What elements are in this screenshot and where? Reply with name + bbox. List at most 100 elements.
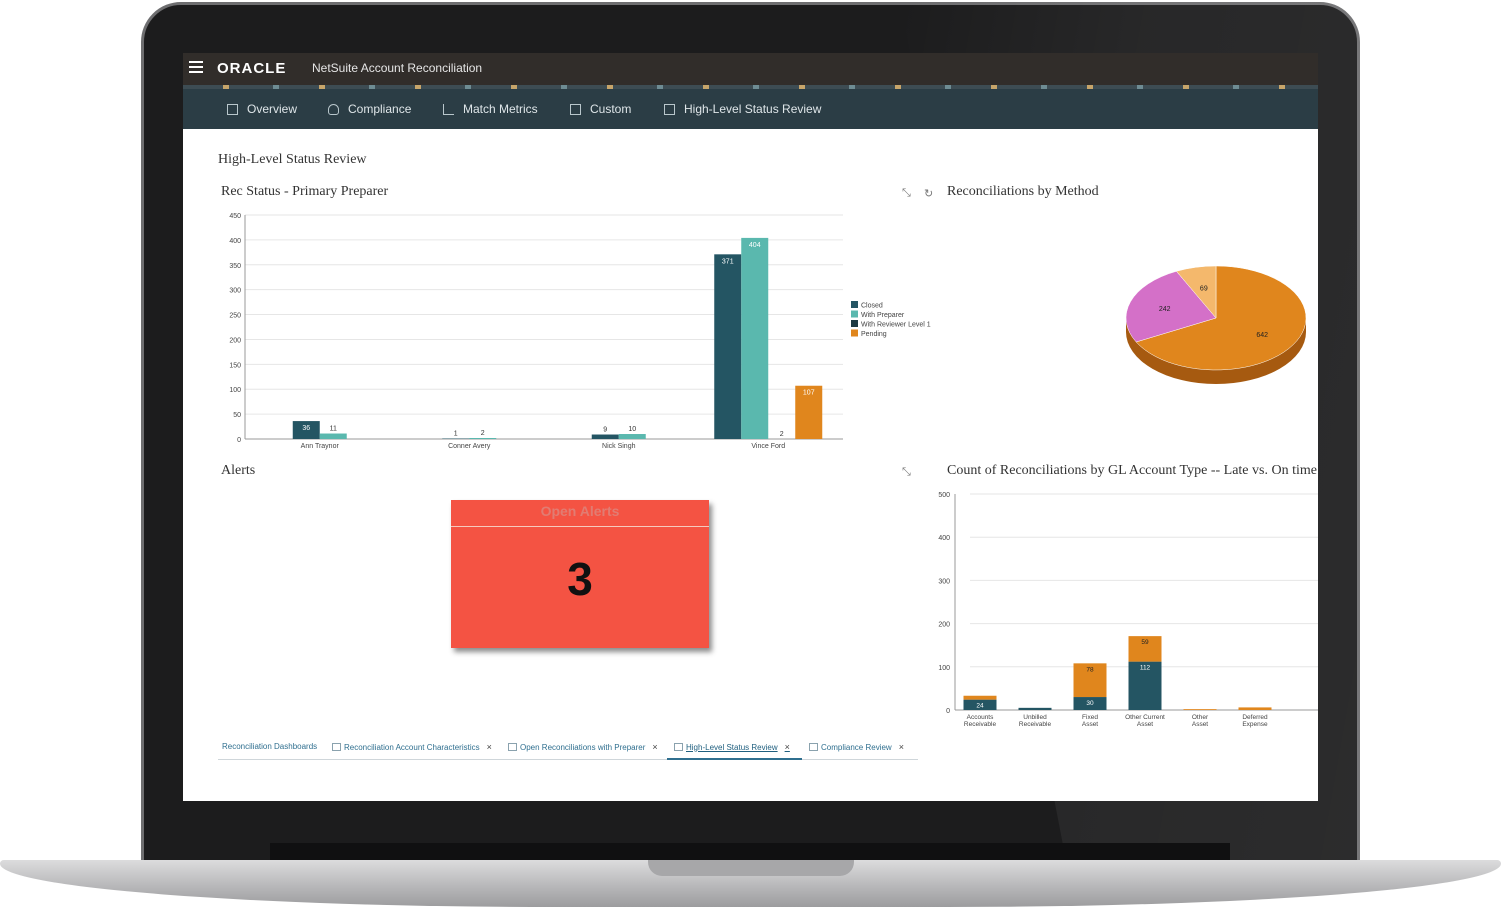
- data-label: 30: [1086, 700, 1094, 707]
- y-tick-label: 150: [229, 362, 241, 369]
- nav-overview[interactable]: Overview: [227, 102, 297, 116]
- data-label: 1: [454, 431, 458, 438]
- nav-label: Compliance: [348, 102, 412, 116]
- active-tab-indicator: [667, 758, 802, 760]
- tab-label: Open Reconciliations with Preparer: [520, 742, 646, 752]
- data-label: 59: [1141, 639, 1149, 646]
- rec-status-title: Rec Status - Primary Preparer: [221, 184, 389, 199]
- bar: [714, 254, 742, 439]
- tab-label: Compliance Review: [821, 742, 892, 752]
- tab-label: High-Level Status Review: [686, 742, 778, 752]
- gl-account-type-title: Count of Reconciliations by GL Account T…: [947, 463, 1317, 478]
- bar: [591, 434, 619, 439]
- grid-icon: [664, 103, 675, 115]
- data-label: 371: [722, 258, 734, 265]
- data-label: 78: [1086, 666, 1094, 673]
- close-icon[interactable]: ×: [785, 742, 790, 752]
- x-tick-label: Accounts: [967, 714, 994, 721]
- y-tick-label: 300: [229, 288, 241, 295]
- data-label: 10: [628, 426, 636, 433]
- method-pie-chart: 642 242 69: [1125, 265, 1307, 384]
- open-alerts-label: Open Alerts: [540, 503, 620, 519]
- y-tick-label: 500: [938, 492, 950, 499]
- data-label: 36: [302, 425, 310, 432]
- users-icon: [328, 103, 339, 115]
- x-tick-label: Conner Avery: [448, 443, 491, 450]
- open-alerts-count: 3: [567, 553, 593, 605]
- nav-high-level-status-review[interactable]: High-Level Status Review: [664, 102, 821, 116]
- x-tick-label: Ann Traynor: [301, 443, 340, 450]
- main-nav: Overview Compliance Match Metrics Custom…: [183, 89, 1318, 129]
- hamburger-menu-icon[interactable]: [189, 61, 203, 73]
- nav-compliance[interactable]: Compliance: [328, 102, 411, 116]
- nav-custom[interactable]: Custom: [570, 102, 631, 116]
- gl-account-type-chart: 010020030040050024AccountsReceivableUnbi…: [938, 492, 1318, 728]
- legend-swatch: [851, 329, 858, 337]
- close-icon[interactable]: ×: [487, 742, 492, 752]
- bar: [469, 438, 497, 439]
- oracle-logo: ORACLE: [217, 60, 287, 77]
- tab-label: Reconciliation Account Characteristics: [344, 742, 480, 752]
- y-tick-label: 100: [938, 665, 950, 672]
- tab-high-level-status-review[interactable]: High-Level Status Review ×: [674, 742, 790, 752]
- bar: [1238, 707, 1272, 710]
- nav-label: High-Level Status Review: [684, 102, 822, 116]
- y-tick-label: 0: [946, 708, 950, 715]
- x-tick-label: Asset: [1137, 721, 1153, 728]
- tab-open-reconciliations-with-preparer[interactable]: Open Reconciliations with Preparer ×: [508, 742, 658, 752]
- page-title: High-Level Status Review: [218, 152, 367, 167]
- legend-label: With Reviewer Level 1: [861, 322, 931, 329]
- bar: [741, 237, 769, 439]
- x-tick-label: Receivable: [1019, 721, 1052, 728]
- y-tick-label: 50: [233, 412, 241, 419]
- tab-label: Reconciliation Dashboards: [222, 742, 318, 751]
- y-tick-label: 450: [229, 213, 241, 220]
- x-tick-label: Expense: [1242, 721, 1268, 728]
- data-label: 24: [976, 703, 984, 710]
- chart-icon: [443, 103, 454, 115]
- divider: [451, 526, 709, 527]
- x-tick-label: Receivable: [964, 721, 997, 728]
- data-label: 2: [481, 430, 485, 437]
- tab-compliance-review[interactable]: Compliance Review ×: [809, 742, 904, 752]
- expand-icon[interactable]: ⤡: [902, 187, 911, 200]
- data-label: 404: [749, 242, 761, 249]
- y-tick-label: 400: [229, 238, 241, 245]
- close-icon[interactable]: ×: [899, 742, 904, 752]
- x-tick-label: Nick Singh: [602, 443, 636, 450]
- app-title: NetSuite Account Reconciliation: [312, 61, 483, 75]
- data-label: 9: [603, 427, 607, 434]
- y-tick-label: 350: [229, 263, 241, 270]
- dashboard-icon: [508, 743, 517, 751]
- x-tick-label: Other: [1192, 714, 1209, 721]
- tab-reconciliation-account-characteristics[interactable]: Reconciliation Account Characteristics ×: [332, 742, 492, 752]
- open-alerts-tile[interactable]: Open Alerts 3: [451, 500, 709, 648]
- tab-reconciliation-dashboards[interactable]: Reconciliation Dashboards: [222, 742, 317, 751]
- top-bar: ORACLE NetSuite Account Reconciliation: [183, 53, 1318, 85]
- close-icon[interactable]: ×: [652, 742, 657, 752]
- y-tick-label: 100: [229, 387, 241, 394]
- grid-icon: [570, 103, 581, 115]
- panel-icon: [227, 103, 238, 115]
- y-tick-label: 200: [938, 622, 950, 629]
- nav-match-metrics[interactable]: Match Metrics: [443, 102, 538, 116]
- x-tick-label: Asset: [1192, 721, 1208, 728]
- bar: [319, 433, 347, 439]
- x-tick-label: Fixed: [1082, 714, 1098, 721]
- nav-label: Match Metrics: [463, 102, 538, 116]
- legend-swatch: [851, 301, 858, 308]
- slice-label: 642: [1256, 332, 1268, 339]
- expand-icon[interactable]: ⤡: [902, 466, 911, 479]
- nav-label: Custom: [590, 102, 632, 116]
- legend-label: Closed: [861, 303, 883, 310]
- laptop-notch: [648, 860, 854, 876]
- dashboard-icon: [332, 743, 341, 751]
- legend-label: Pending: [861, 331, 887, 338]
- refresh-icon[interactable]: ↻: [924, 187, 933, 200]
- data-label: 2: [780, 431, 784, 438]
- bar: [1183, 709, 1217, 710]
- y-tick-label: 0: [237, 437, 241, 444]
- laptop-hinge: [270, 843, 1230, 860]
- app-screen: ORACLE NetSuite Account Reconciliation O…: [183, 53, 1318, 801]
- x-tick-label: Vince Ford: [751, 443, 785, 450]
